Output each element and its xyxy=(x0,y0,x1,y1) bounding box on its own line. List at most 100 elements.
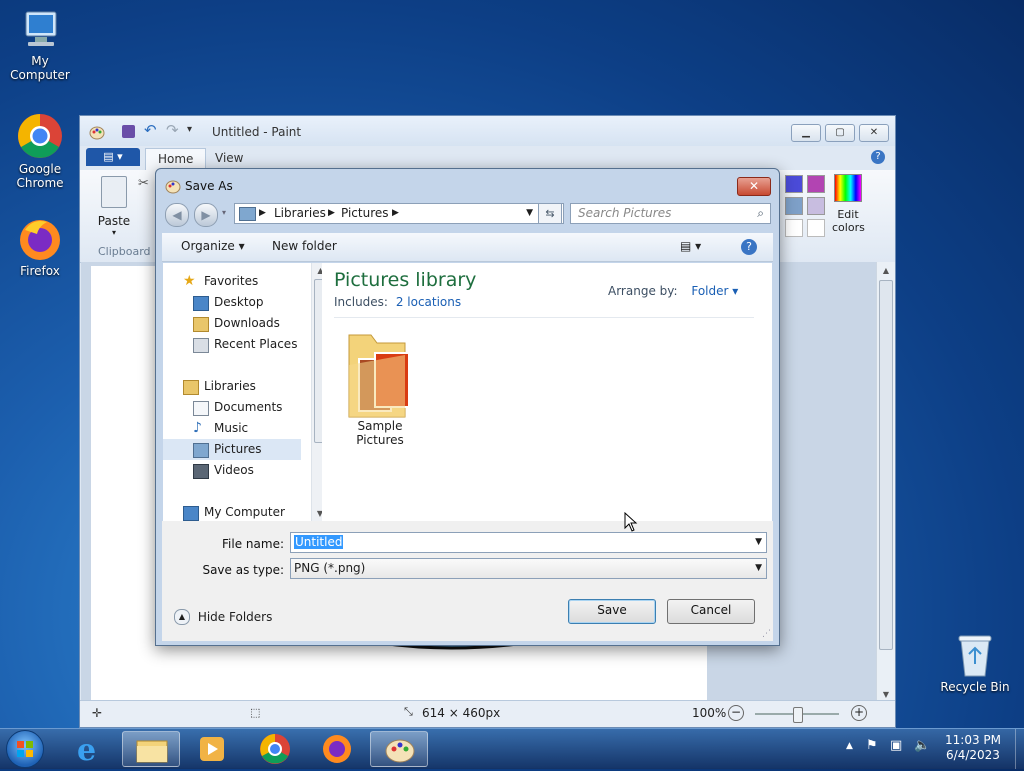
forward-button[interactable]: ▶ xyxy=(194,203,218,227)
nav-downloads[interactable]: Downloads xyxy=(163,313,301,334)
color-swatch[interactable] xyxy=(807,197,825,215)
volume-muted-icon[interactable]: 🔈 xyxy=(914,738,930,753)
recent-places-icon xyxy=(193,338,209,353)
clock-time: 11:03 PM xyxy=(945,733,1001,747)
address-dropdown-icon[interactable]: ▼ xyxy=(526,204,533,223)
tab-home[interactable]: Home xyxy=(145,148,207,170)
breadcrumb-libraries[interactable]: Libraries xyxy=(274,204,326,223)
taskbar-paint[interactable] xyxy=(370,731,428,767)
breadcrumb-separator-icon: ▶ xyxy=(392,208,399,218)
scroll-down-icon[interactable]: ▼ xyxy=(877,690,895,699)
color-spectrum-icon xyxy=(834,174,862,202)
desktop-icon-recycle-bin[interactable]: Recycle Bin xyxy=(935,632,1015,694)
taskbar-media-player[interactable] xyxy=(184,731,242,767)
vertical-scrollbar[interactable]: ▲ ▼ xyxy=(876,262,895,701)
file-list: Pictures library Includes: 2 locations A… xyxy=(322,263,772,521)
desktop-icon-chrome[interactable]: Google Chrome xyxy=(0,112,80,190)
status-bar: ✛ ⬚ ⤡ 614 × 460px 100% − + xyxy=(80,700,895,727)
zoom-slider-thumb[interactable] xyxy=(793,707,803,723)
save-quick-icon[interactable] xyxy=(122,125,135,138)
save-type-select[interactable]: PNG (*.png) ▼ xyxy=(290,558,767,579)
search-input[interactable]: Search Pictures ⌕ xyxy=(570,203,771,224)
downloads-icon xyxy=(193,317,209,332)
show-hidden-icons[interactable]: ▲ xyxy=(846,741,853,751)
breadcrumb-pictures[interactable]: Pictures xyxy=(341,204,389,223)
clock[interactable]: 11:03 PM 6/4/2023 xyxy=(934,733,1012,763)
action-center-flag-icon[interactable]: ⚑ xyxy=(866,738,878,753)
change-view-icon[interactable]: ▤ ▾ xyxy=(680,239,701,253)
nav-recent-places[interactable]: Recent Places xyxy=(163,334,301,355)
arrange-by-dropdown[interactable]: Folder ▾ xyxy=(691,284,738,298)
desktop-icon-firefox[interactable]: Firefox xyxy=(0,216,80,278)
paint-icon xyxy=(385,739,415,763)
save-button[interactable]: Save xyxy=(568,599,656,624)
maximize-button[interactable]: ▢ xyxy=(825,124,855,142)
back-button[interactable]: ◀ xyxy=(165,203,189,227)
scroll-thumb[interactable] xyxy=(879,280,893,650)
nav-music[interactable]: ♪ Music xyxy=(163,418,301,439)
desktop-icon-label: Recycle Bin xyxy=(940,680,1010,694)
taskbar-file-explorer[interactable] xyxy=(122,731,180,767)
tab-view[interactable]: View xyxy=(203,148,255,169)
file-name-dropdown-icon[interactable]: ▼ xyxy=(755,533,762,552)
undo-icon[interactable]: ↶ xyxy=(144,121,157,139)
paint-app-icon xyxy=(89,124,105,140)
zoom-slider[interactable] xyxy=(755,707,839,723)
recent-locations-icon[interactable]: ▾ xyxy=(222,208,226,217)
color-swatch[interactable] xyxy=(807,175,825,193)
network-icon[interactable]: ▣ xyxy=(890,738,902,753)
save-type-label: Save as type: xyxy=(202,563,284,577)
breadcrumb-separator-icon: ▶ xyxy=(259,208,266,218)
canvas-size-icon: ⤡ xyxy=(404,705,413,718)
help-icon[interactable]: ? xyxy=(871,150,885,164)
hide-folders-button[interactable]: ▲ Hide Folders xyxy=(174,609,272,625)
cancel-button[interactable]: Cancel xyxy=(667,599,755,624)
start-button[interactable] xyxy=(6,730,44,768)
paint-titlebar[interactable]: ↶ ↷ ▾ Untitled - Paint ▁ ▢ ✕ xyxy=(80,116,895,146)
paint-menu-button[interactable]: ▤ ▾ xyxy=(86,148,140,166)
paste-button[interactable]: Paste ▾ xyxy=(94,176,134,237)
zoom-in-button[interactable]: + xyxy=(851,705,867,721)
zoom-out-button[interactable]: − xyxy=(728,705,744,721)
desktop-icon-my-computer[interactable]: My Computer xyxy=(0,8,80,82)
minimize-button[interactable]: ▁ xyxy=(791,124,821,142)
nav-pictures[interactable]: Pictures xyxy=(163,439,301,460)
nav-my-computer[interactable]: My Computer xyxy=(163,502,301,523)
search-icon: ⌕ xyxy=(757,206,764,220)
color-swatch[interactable] xyxy=(785,197,803,215)
nav-favorites[interactable]: ★ Favorites xyxy=(163,271,301,292)
redo-icon[interactable]: ↷ xyxy=(166,121,179,139)
show-desktop-button[interactable] xyxy=(1015,729,1024,769)
color-swatch[interactable] xyxy=(807,219,825,237)
taskbar-chrome[interactable] xyxy=(246,731,304,767)
paste-dropdown-icon: ▾ xyxy=(111,228,116,237)
close-window-button[interactable]: ✕ xyxy=(859,124,889,142)
edit-colors-button[interactable]: Edit colors xyxy=(832,174,865,234)
nav-desktop[interactable]: Desktop xyxy=(163,292,301,313)
color-swatch[interactable] xyxy=(785,219,803,237)
save-type-dropdown-icon[interactable]: ▼ xyxy=(755,559,762,578)
taskbar-internet-explorer[interactable]: e xyxy=(60,731,118,768)
desktop-icon-label: Google Chrome xyxy=(16,162,64,190)
recycle-bin-icon xyxy=(955,632,995,678)
dialog-close-button[interactable]: ✕ xyxy=(737,177,771,196)
cut-icon[interactable]: ✂ xyxy=(138,176,149,191)
scroll-up-icon[interactable]: ▲ xyxy=(877,266,895,275)
customize-dropdown-icon[interactable]: ▾ xyxy=(187,124,192,135)
resize-grip-icon[interactable]: ⋰ xyxy=(762,629,771,639)
nav-documents[interactable]: Documents xyxy=(163,397,301,418)
address-bar[interactable]: ▶ Libraries ▶ Pictures ▶ ▼ xyxy=(234,203,564,224)
new-folder-button[interactable]: New folder xyxy=(272,239,337,253)
media-player-icon xyxy=(200,737,224,761)
desktop-icon-label: My Computer xyxy=(10,54,70,82)
organize-button[interactable]: Organize ▾ xyxy=(181,239,245,253)
nav-libraries[interactable]: Libraries xyxy=(163,376,301,397)
taskbar-firefox[interactable] xyxy=(308,731,366,767)
refresh-button[interactable]: ⇆ xyxy=(538,203,562,224)
nav-videos[interactable]: Videos xyxy=(163,460,301,481)
list-item[interactable]: Sample Pictures xyxy=(332,325,428,447)
locations-link[interactable]: 2 locations xyxy=(396,295,461,309)
dialog-help-icon[interactable]: ? xyxy=(741,239,757,255)
color-swatch[interactable] xyxy=(785,175,803,193)
file-name-field[interactable]: Untitled ▼ xyxy=(290,532,767,553)
